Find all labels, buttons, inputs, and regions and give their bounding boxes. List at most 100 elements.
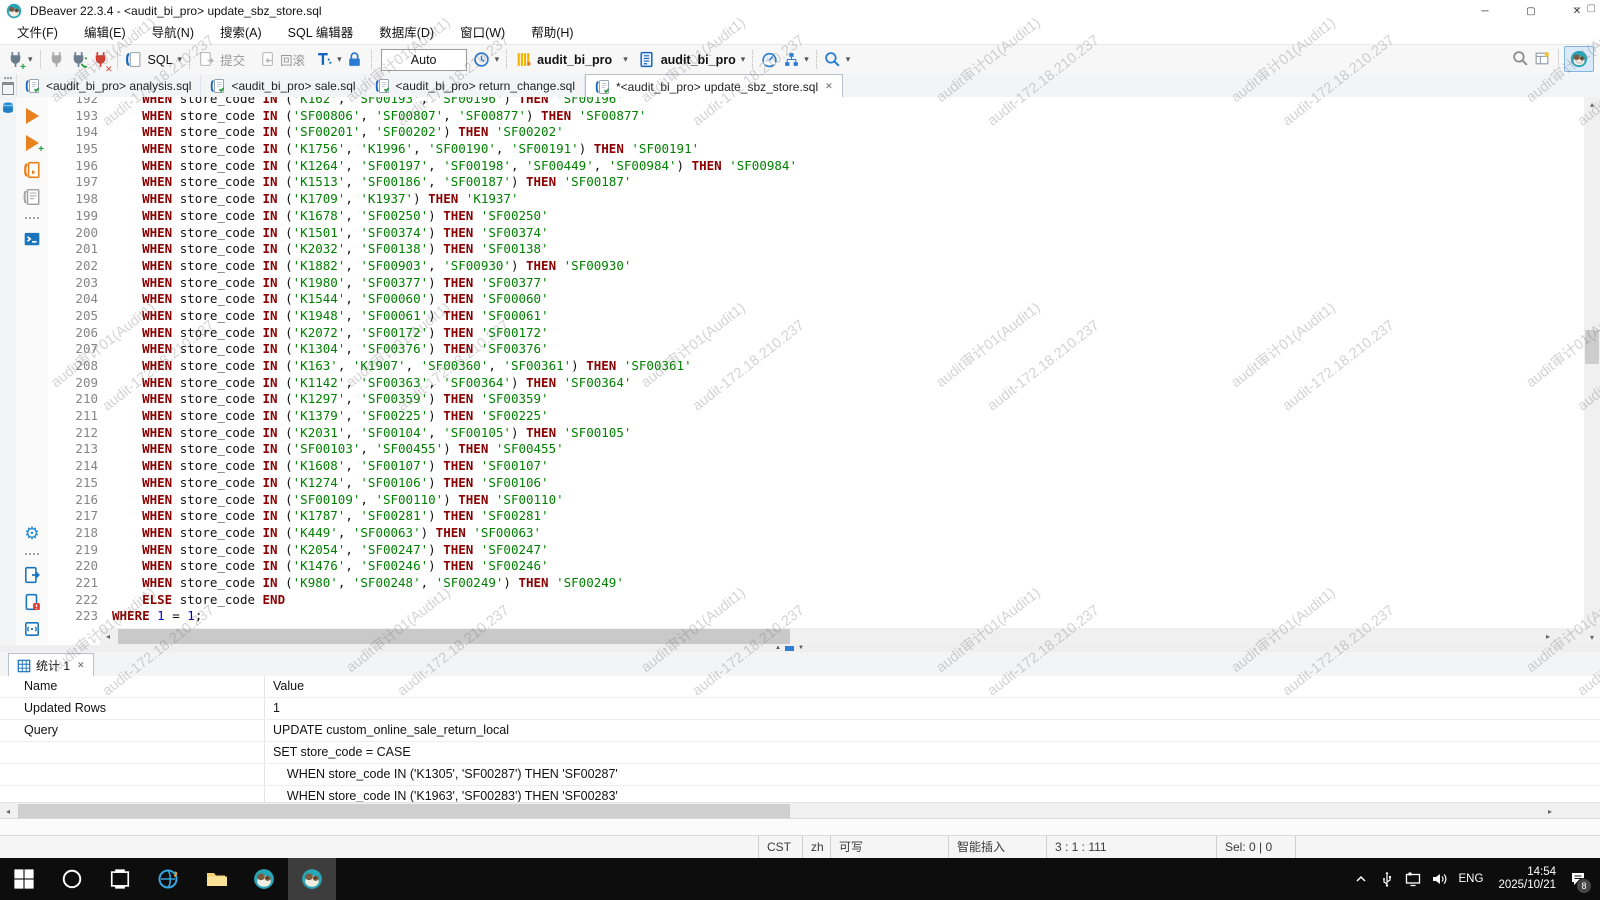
reconnect-icon[interactable] bbox=[69, 48, 89, 72]
panel-splitter[interactable]: ▲ ▼ bbox=[0, 645, 1600, 652]
line-number[interactable]: 209 bbox=[48, 375, 112, 392]
usb-icon[interactable] bbox=[1374, 858, 1400, 900]
column-header-value[interactable]: Value bbox=[265, 676, 1600, 697]
language-indicator[interactable]: ENG bbox=[1452, 873, 1491, 885]
panel-scroll-thumb[interactable] bbox=[18, 804, 790, 818]
lock-icon[interactable] bbox=[345, 48, 365, 72]
sql-editor-icon[interactable] bbox=[124, 48, 144, 72]
line-number[interactable]: 200 bbox=[48, 225, 112, 242]
line-number[interactable]: 223 bbox=[48, 608, 112, 625]
editor-tab-0[interactable]: <audit_bi_pro> analysis.sql ✕ bbox=[16, 75, 201, 97]
dbeaver-profile-icon[interactable] bbox=[1564, 46, 1594, 72]
dbeaver-taskbar-icon[interactable] bbox=[240, 858, 288, 900]
line-number[interactable]: 211 bbox=[48, 408, 112, 425]
settings-gear-icon[interactable]: ⚙ bbox=[21, 522, 43, 544]
line-number[interactable]: 205 bbox=[48, 308, 112, 325]
line-number[interactable]: 220 bbox=[48, 558, 112, 575]
splitter-down-icon[interactable]: ▼ bbox=[798, 645, 804, 652]
internet-explorer-icon[interactable] bbox=[144, 858, 192, 900]
splitter-handle[interactable] bbox=[785, 646, 794, 651]
line-number[interactable]: 216 bbox=[48, 492, 112, 509]
line-number[interactable]: 215 bbox=[48, 475, 112, 492]
history-icon[interactable] bbox=[472, 48, 492, 72]
stats-row-2[interactable]: SET store_code = CASE bbox=[0, 742, 1600, 764]
auto-commit-button[interactable]: Auto bbox=[381, 49, 467, 71]
sql-label[interactable]: SQL bbox=[148, 53, 173, 67]
export-result-icon[interactable] bbox=[21, 564, 43, 586]
menu-item-1[interactable]: 编辑(E) bbox=[71, 22, 139, 44]
stats-row-1[interactable]: Query UPDATE custom_online_sale_return_l… bbox=[0, 720, 1600, 742]
line-number[interactable]: 206 bbox=[48, 325, 112, 342]
speaker-icon[interactable] bbox=[1426, 858, 1452, 900]
execution-plan-icon[interactable] bbox=[781, 48, 801, 72]
chevron-down-icon[interactable]: ▾ bbox=[846, 54, 851, 65]
clock[interactable]: 14:54 2025/10/21 bbox=[1490, 866, 1564, 892]
line-number[interactable]: 204 bbox=[48, 291, 112, 308]
scroll-right-icon[interactable]: ▸ bbox=[1540, 629, 1556, 644]
stats-row-3[interactable]: WHEN store_code IN ('K1305', 'SF00287') … bbox=[0, 764, 1600, 786]
schema-selector[interactable]: audit_bi_pro bbox=[661, 53, 736, 67]
line-number[interactable]: 203 bbox=[48, 275, 112, 292]
close-icon[interactable]: ✕ bbox=[825, 81, 833, 92]
menu-item-4[interactable]: SQL 编辑器 bbox=[275, 22, 367, 44]
line-number[interactable]: 222 bbox=[48, 592, 112, 609]
database-icon[interactable] bbox=[513, 48, 533, 72]
hidden-icons-chevron[interactable] bbox=[1348, 858, 1374, 900]
menu-item-6[interactable]: 窗口(W) bbox=[447, 22, 518, 44]
execute-statement-icon[interactable] bbox=[21, 105, 43, 127]
line-number[interactable]: 214 bbox=[48, 458, 112, 475]
scroll-down-icon[interactable]: ▾ bbox=[1584, 630, 1600, 645]
tab-statistics[interactable]: 统计 1 ✕ bbox=[8, 653, 94, 677]
status-insert-mode[interactable]: 智能插入 bbox=[948, 836, 1046, 858]
status-writable-mode[interactable]: 可写 bbox=[830, 836, 948, 858]
line-number[interactable]: 195 bbox=[48, 141, 112, 158]
chevron-down-icon[interactable]: ▾ bbox=[623, 54, 628, 65]
column-header-name[interactable]: Name bbox=[0, 676, 265, 697]
maximize-view-icon[interactable]: ▢ bbox=[1587, 3, 1596, 14]
menu-item-7[interactable]: 帮助(H) bbox=[518, 22, 586, 44]
editor-horizontal-scrollbar[interactable]: ◂ ▸ bbox=[100, 628, 1556, 645]
restore-view-icon[interactable] bbox=[2, 82, 14, 95]
line-number[interactable]: 207 bbox=[48, 341, 112, 358]
minimize-button[interactable]: ─ bbox=[1462, 0, 1508, 22]
connect-icon[interactable]: + bbox=[5, 48, 25, 72]
line-number[interactable]: 199 bbox=[48, 208, 112, 225]
menu-item-2[interactable]: 导航(N) bbox=[139, 22, 207, 44]
vertical-scroll-thumb[interactable] bbox=[1585, 330, 1599, 364]
line-number[interactable]: 213 bbox=[48, 441, 112, 458]
close-icon[interactable]: ✕ bbox=[77, 660, 85, 671]
status-selection-info[interactable]: Sel: 0 | 0 bbox=[1216, 836, 1296, 858]
editor-vertical-scrollbar[interactable]: ▴ ▾ bbox=[1584, 97, 1600, 645]
execute-new-tab-icon[interactable]: + bbox=[21, 132, 43, 154]
execute-script-icon[interactable] bbox=[21, 159, 43, 181]
network-display-icon[interactable] bbox=[1400, 858, 1426, 900]
chevron-down-icon[interactable]: ▾ bbox=[337, 54, 342, 65]
stats-row-4[interactable]: WHEN store_code IN ('K1963', 'SF00283') … bbox=[0, 786, 1600, 802]
chevron-down-icon[interactable]: ▾ bbox=[178, 54, 183, 65]
line-number[interactable]: 198 bbox=[48, 191, 112, 208]
scroll-left-icon[interactable]: ◂ bbox=[0, 804, 16, 819]
chevron-down-icon[interactable]: ▾ bbox=[741, 54, 746, 65]
minimize-view-icon[interactable]: ─ bbox=[1573, 3, 1580, 14]
status-language[interactable]: zh bbox=[802, 836, 830, 858]
disconnect-all-icon[interactable]: ✕ bbox=[91, 48, 111, 72]
line-number[interactable]: 221 bbox=[48, 575, 112, 592]
scroll-right-icon[interactable]: ▸ bbox=[1542, 804, 1558, 819]
quick-search-icon[interactable] bbox=[1510, 47, 1530, 71]
menu-item-0[interactable]: 文件(F) bbox=[4, 22, 71, 44]
menu-item-3[interactable]: 搜索(A) bbox=[207, 22, 275, 44]
line-number[interactable]: 194 bbox=[48, 124, 112, 141]
perspective-icon[interactable] bbox=[1532, 47, 1552, 71]
database-selector[interactable]: audit_bi_pro bbox=[537, 53, 612, 67]
line-number[interactable]: 196 bbox=[48, 158, 112, 175]
line-number[interactable]: 219 bbox=[48, 542, 112, 559]
sql-console-icon[interactable] bbox=[21, 228, 43, 250]
panel-horizontal-scrollbar[interactable]: ◂ ▸ bbox=[0, 802, 1600, 819]
status-caret-position[interactable]: 3 : 1 : 111 bbox=[1046, 836, 1216, 858]
line-number[interactable]: 210 bbox=[48, 391, 112, 408]
line-number[interactable]: 208 bbox=[48, 358, 112, 375]
script-output-icon[interactable] bbox=[21, 618, 43, 640]
line-number[interactable]: 201 bbox=[48, 241, 112, 258]
line-number[interactable]: 197 bbox=[48, 174, 112, 191]
start-button[interactable] bbox=[0, 858, 48, 900]
